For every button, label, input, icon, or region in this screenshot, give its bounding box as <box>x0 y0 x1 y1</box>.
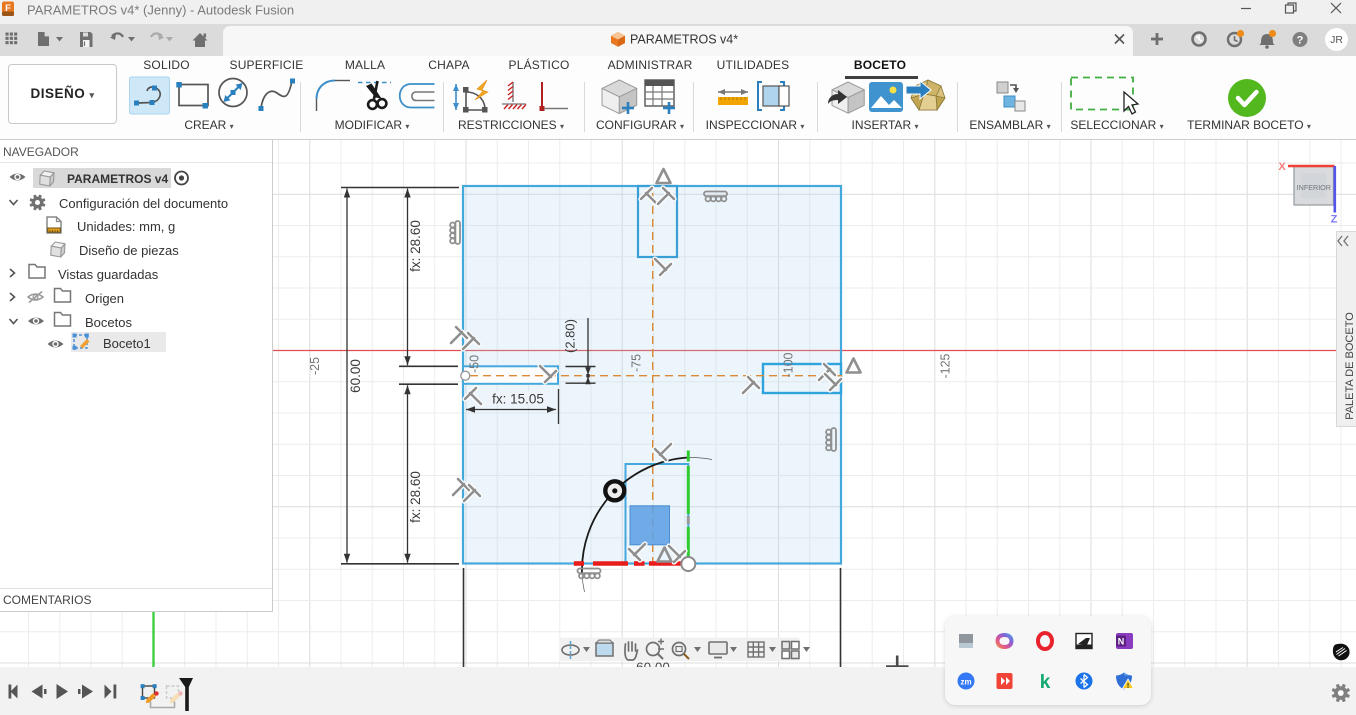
svg-text:zm: zm <box>960 678 971 687</box>
svg-text:-25: -25 <box>308 357 322 375</box>
svg-text:Z: Z <box>1331 214 1338 226</box>
svg-text:(2.80): (2.80) <box>563 319 578 353</box>
svg-text:k: k <box>1040 672 1051 693</box>
svg-text:PARAMETROS v4*: PARAMETROS v4* <box>630 33 738 47</box>
svg-text:PARAMETROS v4* (Jenny) - Autod: PARAMETROS v4* (Jenny) - Autodesk Fusion <box>27 3 294 18</box>
svg-text:N: N <box>1118 637 1125 647</box>
svg-text:fx: 28.60: fx: 28.60 <box>408 220 423 272</box>
svg-text:-125: -125 <box>939 353 953 378</box>
svg-text:fx: 15.05: fx: 15.05 <box>492 392 544 407</box>
svg-text:60.00: 60.00 <box>636 660 670 667</box>
svg-text:!: ! <box>1127 683 1129 690</box>
svg-text:INFERIOR: INFERIOR <box>1297 183 1331 192</box>
svg-text:F: F <box>5 3 11 14</box>
svg-text:JR: JR <box>1330 34 1343 46</box>
svg-text:-100: -100 <box>782 352 796 377</box>
svg-text:fx: 28.60: fx: 28.60 <box>408 471 423 523</box>
svg-text:-50: -50 <box>468 355 482 373</box>
svg-text:-75: -75 <box>630 354 644 372</box>
svg-text:X: X <box>1278 161 1286 173</box>
svg-text:?: ? <box>1297 35 1304 47</box>
svg-text:60.00: 60.00 <box>348 359 363 393</box>
